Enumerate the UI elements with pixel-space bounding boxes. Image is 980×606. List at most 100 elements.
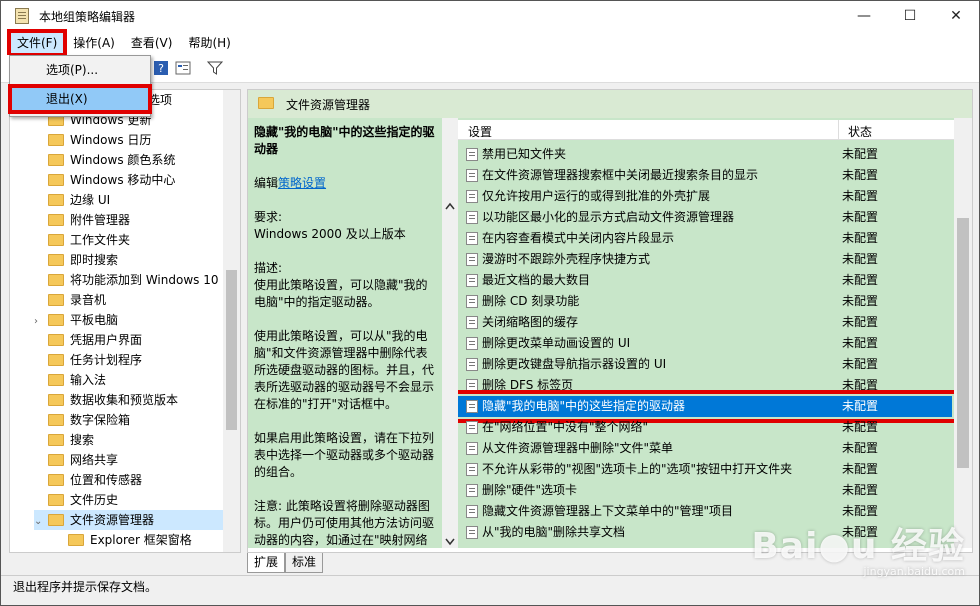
policy-state: 未配置: [842, 252, 879, 266]
tree-item[interactable]: Windows 颜色系统: [34, 150, 234, 170]
menu-view[interactable]: 查看(V): [123, 31, 181, 55]
tree-item[interactable]: 文件历史: [34, 490, 234, 510]
tree-scrollbar[interactable]: [223, 90, 240, 552]
policy-row[interactable]: 在内容查看模式中关闭内容片段显示 未配置: [458, 228, 952, 249]
tree-item[interactable]: 数字保险箱: [34, 410, 234, 430]
tree-item-label: 即时搜索: [70, 253, 119, 267]
policy-row[interactable]: 删除"硬件"选项卡 未配置: [458, 480, 952, 501]
list-scrollbar[interactable]: [954, 118, 972, 548]
tree-item[interactable]: Windows 移动中心: [34, 170, 234, 190]
status-bar: 退出程序并提示保存文档。: [1, 575, 979, 599]
policy-name: 在文件资源管理器搜索框中关闭最近搜索条目的显示: [482, 168, 759, 182]
policy-name: 删除更改菜单动画设置的 UI: [482, 336, 631, 350]
edit-policy-link[interactable]: 策略设置: [278, 176, 326, 190]
policy-row[interactable]: 隐藏"我的电脑"中的这些指定的驱动器 未配置: [458, 390, 958, 423]
tree-item[interactable]: 工作文件夹: [34, 230, 234, 250]
tree-item[interactable]: 将功能添加到 Windows 10: [34, 270, 234, 290]
tree-item-label: 录音机: [70, 293, 107, 307]
tree-item[interactable]: 输入法: [34, 370, 234, 390]
folder-icon: [48, 333, 64, 346]
tree-item[interactable]: 凭据用户界面: [34, 330, 234, 350]
tree-item[interactable]: 录音机: [34, 290, 234, 310]
policy-row[interactable]: 禁用已知文件夹 未配置: [458, 144, 952, 165]
tree-item[interactable]: 网络共享: [34, 450, 234, 470]
policy-row[interactable]: 仅允许按用户运行的或得到批准的外壳扩展 未配置: [458, 186, 952, 207]
policy-name: 从文件资源管理器中删除"文件"菜单: [482, 441, 674, 455]
tab-standard[interactable]: 标准: [285, 553, 324, 573]
policy-name: 关闭缩略图的缓存: [482, 315, 579, 329]
scroll-up-icon[interactable]: [445, 202, 455, 210]
menu-file[interactable]: 文件(F): [6, 29, 68, 57]
policy-row[interactable]: 漫游时不跟踪外壳程序快捷方式 未配置: [458, 249, 952, 270]
policy-name: 删除 CD 刻录功能: [482, 294, 580, 308]
scroll-down-icon[interactable]: [445, 538, 455, 546]
column-separator[interactable]: [838, 120, 839, 140]
minimize-button[interactable]: —: [841, 1, 887, 31]
help-icon[interactable]: ?: [153, 60, 169, 76]
tree-item[interactable]: 附件管理器: [34, 210, 234, 230]
description-label: 描述:: [254, 261, 283, 275]
policy-row[interactable]: 在"网络位置"中没有"整个网络" 未配置: [458, 417, 952, 438]
policy-row[interactable]: 在文件资源管理器搜索框中关闭最近搜索条目的显示 未配置: [458, 165, 952, 186]
policy-setting-icon: [466, 169, 478, 182]
list-scroll-thumb[interactable]: [957, 218, 969, 468]
description-text-2: 使用此策略设置，可以从"我的电脑"和文件资源管理器中删除代表所选硬盘驱动器的图标…: [254, 329, 435, 411]
tree-scroll-thumb[interactable]: [226, 270, 237, 430]
policy-row[interactable]: 最近文档的最大数目 未配置: [458, 270, 952, 291]
policy-name: 隐藏"我的电脑"中的这些指定的驱动器: [482, 399, 686, 413]
maximize-button[interactable]: ☐: [887, 1, 933, 31]
menu-item-options[interactable]: 选项(P)...: [12, 59, 148, 81]
tree-item[interactable]: Windows 日历: [34, 130, 234, 150]
menu-action[interactable]: 操作(A): [65, 31, 123, 55]
policy-name: 从"我的电脑"删除共享文档: [482, 525, 626, 539]
close-button[interactable]: ✕: [933, 1, 979, 31]
policy-setting-icon: [466, 484, 478, 497]
column-header-state[interactable]: 状态: [848, 123, 872, 140]
column-header-setting[interactable]: 设置: [468, 123, 492, 140]
policy-setting-icon: [466, 400, 478, 413]
description-scrollbar[interactable]: [442, 118, 458, 548]
tree-item[interactable]: 数据收集和预览版本: [34, 390, 234, 410]
requirements-label: 要求:: [254, 210, 283, 224]
policy-setting-icon: [466, 505, 478, 518]
policy-row[interactable]: 不允许从彩带的"视图"选项卡上的"选项"按钮中打开文件夹 未配置: [458, 459, 952, 480]
menu-item-exit[interactable]: 退出(X): [8, 84, 152, 114]
folder-icon: [48, 213, 64, 226]
tree-item-label: 将功能添加到 Windows 10: [70, 273, 219, 287]
folder-icon: [68, 533, 84, 546]
file-menu-dropdown: 选项(P)... 退出(X): [8, 55, 152, 117]
pane-header: 文件资源管理器: [248, 90, 972, 118]
collapse-icon[interactable]: ⌄: [34, 512, 44, 532]
tree-item[interactable]: Explorer 框架窗格: [54, 530, 240, 550]
expand-icon[interactable]: ›: [34, 312, 44, 332]
tree-item-label: 附件管理器: [70, 213, 131, 227]
tree-item[interactable]: › 平板电脑: [34, 310, 234, 330]
policy-name: 不允许从彩带的"视图"选项卡上的"选项"按钮中打开文件夹: [482, 462, 793, 476]
tree-item[interactable]: 即时搜索: [34, 250, 234, 270]
tree-item-label: 文件历史: [70, 493, 119, 507]
policy-state: 未配置: [842, 168, 879, 182]
tree-item[interactable]: 边缘 UI: [34, 190, 234, 210]
menu-help[interactable]: 帮助(H): [180, 31, 238, 55]
tree-item[interactable]: 搜索: [34, 430, 234, 450]
properties-icon[interactable]: [175, 60, 191, 76]
folder-icon: [48, 433, 64, 446]
title-bar: 本地组策略编辑器 — ☐ ✕: [1, 1, 979, 31]
tree-item-label: Windows 移动中心: [70, 173, 176, 187]
policy-row[interactable]: 删除 CD 刻录功能 未配置: [458, 291, 952, 312]
policy-row[interactable]: 关闭缩略图的缓存 未配置: [458, 312, 952, 333]
tree-item[interactable]: ⌄ 文件资源管理器: [34, 510, 234, 530]
folder-icon: [48, 373, 64, 386]
policy-row[interactable]: 删除更改键盘导航指示器设置的 UI 未配置: [458, 354, 952, 375]
policy-row[interactable]: 以功能区最小化的显示方式启动文件资源管理器 未配置: [458, 207, 952, 228]
policy-row[interactable]: 删除更改菜单动画设置的 UI 未配置: [458, 333, 952, 354]
policy-row[interactable]: 从文件资源管理器中删除"文件"菜单 未配置: [458, 438, 952, 459]
tree-item[interactable]: 位置和传感器: [34, 470, 234, 490]
filter-icon[interactable]: [207, 60, 223, 76]
folder-icon: [258, 97, 274, 109]
tree-item-partial[interactable]: 选项: [148, 90, 172, 110]
tab-extended[interactable]: 扩展: [247, 553, 286, 573]
policy-row[interactable]: 删除 DFS 标签页 未配置: [458, 375, 952, 396]
tree-item[interactable]: 任务计划程序: [34, 350, 234, 370]
tree-item-label: 数字保险箱: [70, 413, 131, 427]
